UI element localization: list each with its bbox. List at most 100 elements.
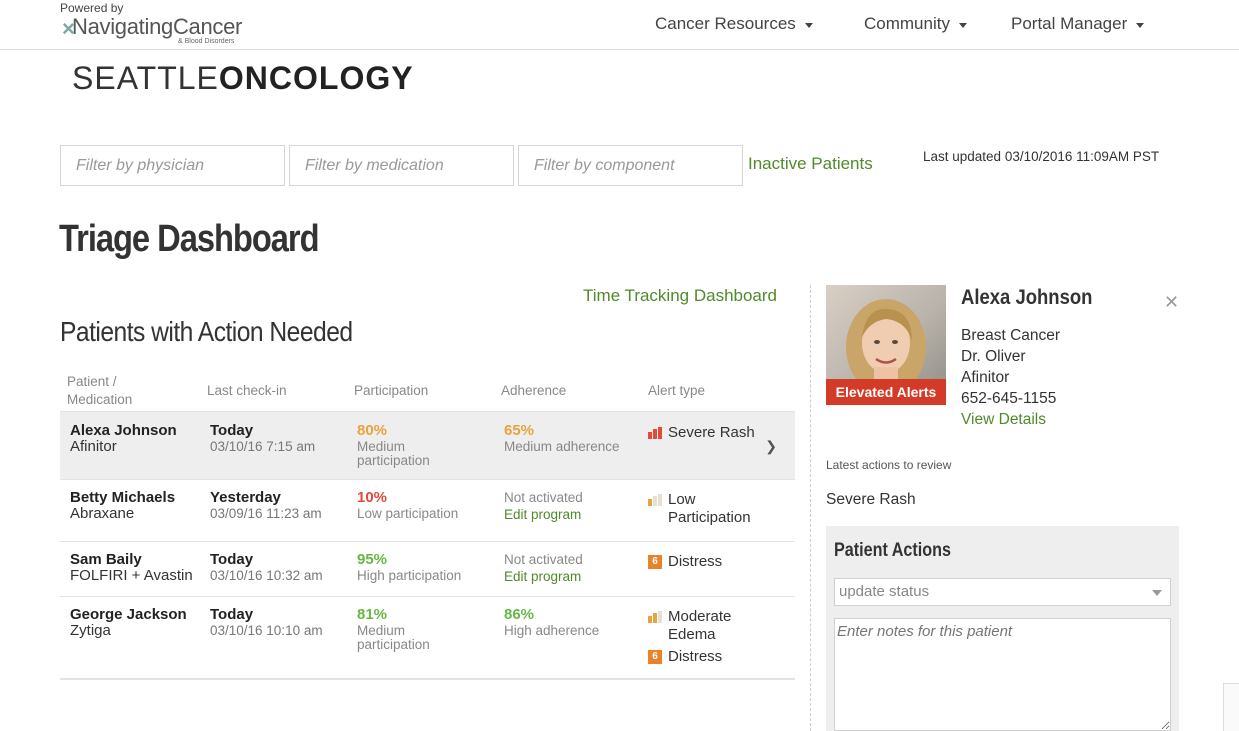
- col-header-patient-line1: Patient /: [67, 374, 117, 389]
- patient-actions-panel: Patient Actions update status: [826, 526, 1179, 731]
- table-row[interactable]: Betty Michaels Abraxane Yesterday 03/09/…: [60, 479, 795, 541]
- panel-medication: Afinitor: [961, 369, 1010, 386]
- adherence-status: Not activated: [504, 552, 583, 567]
- patient-name: Betty Michaels: [70, 489, 176, 506]
- col-header-patient[interactable]: Patient / Medication: [67, 373, 132, 409]
- adherence-percent: 65%: [504, 422, 535, 439]
- adherence-cell: 65% Medium adherence: [504, 422, 620, 454]
- distress-6-icon: 6: [648, 650, 662, 664]
- time-tracking-link[interactable]: Time Tracking Dashboard: [583, 286, 777, 306]
- participation-label-2: participation: [357, 453, 430, 468]
- patient-notes-textarea[interactable]: [834, 618, 1171, 731]
- alert-label: Moderate: [668, 608, 732, 625]
- alert-item: 6 Distress: [648, 648, 731, 666]
- panel-divider: [810, 285, 811, 731]
- chevron-down-icon: [958, 22, 967, 28]
- participation-percent: 10%: [357, 489, 388, 506]
- nav-community[interactable]: Community: [864, 14, 967, 34]
- nav-cancer-resources[interactable]: Cancer Resources: [655, 14, 813, 34]
- seattle-oncology-logo: SEATTLEONCOLOGY: [72, 60, 414, 97]
- alert-label-2: Participation: [668, 509, 751, 526]
- update-status-select[interactable]: update status: [834, 578, 1171, 606]
- adherence-status: Not activated: [504, 490, 583, 505]
- chevron-right-icon[interactable]: ❯: [765, 438, 777, 455]
- last-updated-text: Last updated 03/10/2016 11:09AM PST: [923, 149, 1160, 164]
- patient-medication: FOLFIRI + Avastin: [70, 567, 193, 584]
- latest-action-item: Severe Rash: [826, 491, 916, 508]
- table-header: Patient / Medication Last check-in Parti…: [60, 372, 795, 412]
- alert-label: Severe Rash: [668, 424, 755, 441]
- panel-diagnosis: Breast Cancer: [961, 327, 1061, 344]
- alert-item: Moderate Edema: [648, 608, 731, 644]
- patient-actions-title: Patient Actions: [834, 540, 951, 561]
- status-select-value: update status: [839, 583, 930, 600]
- bar-medium-icon: [648, 611, 664, 623]
- alert-item: Low Participation: [648, 491, 751, 527]
- filter-medication-input[interactable]: [289, 145, 514, 186]
- alert-label-wrap: Moderate Edema: [668, 608, 731, 644]
- adherence-cell: Not activated Edit program: [504, 491, 583, 522]
- inactive-patients-link[interactable]: Inactive Patients: [748, 154, 873, 174]
- section-title: Patients with Action Needed: [60, 316, 353, 347]
- panel-doctor: Dr. Oliver: [961, 348, 1026, 365]
- logo-light-text: SEATTLE: [72, 60, 219, 96]
- view-details-link[interactable]: View Details: [961, 411, 1046, 429]
- patient-cell: Sam Baily FOLFIRI + Avastin: [70, 551, 193, 584]
- col-header-patient-line2: Medication: [67, 392, 133, 407]
- adherence-label: High adherence: [504, 623, 600, 638]
- patient-cell: Betty Michaels Abraxane: [70, 489, 176, 522]
- patient-medication: Abraxane: [70, 505, 135, 522]
- filter-component-input[interactable]: [518, 145, 743, 186]
- edit-program-link[interactable]: Edit program: [504, 508, 583, 522]
- nav-label: Community: [864, 14, 950, 33]
- col-header-checkin[interactable]: Last check-in: [207, 382, 287, 400]
- checkin-day: Today: [210, 422, 254, 439]
- alert-cell: Moderate Edema 6 Distress: [648, 608, 731, 666]
- patient-cell: Alexa Johnson Afinitor: [70, 422, 177, 454]
- adherence-percent: 86%: [504, 606, 535, 623]
- patient-medication: Zytiga: [70, 622, 111, 639]
- patient-name: Sam Baily: [70, 551, 142, 568]
- table-row[interactable]: Sam Baily FOLFIRI + Avastin Today 03/10/…: [60, 541, 795, 596]
- patient-photo: Elevated Alerts: [826, 285, 946, 405]
- chevron-down-icon: [1136, 22, 1145, 28]
- table-row[interactable]: Alexa Johnson Afinitor Today 03/10/16 7:…: [60, 411, 795, 479]
- participation-label: Low participation: [357, 506, 459, 521]
- col-header-alert[interactable]: Alert type: [648, 382, 705, 400]
- participation-label: High participation: [357, 568, 462, 583]
- scrollbar[interactable]: [1223, 683, 1239, 731]
- participation-cell: 95% High participation: [357, 552, 462, 583]
- bar-high-icon: [648, 427, 664, 439]
- powered-by-label: Powered by: [60, 1, 124, 15]
- participation-cell: 10% Low participation: [357, 489, 459, 521]
- participation-label-2: participation: [357, 637, 430, 652]
- alert-cell: Severe Rash: [648, 424, 755, 442]
- patient-name: George Jackson: [70, 606, 187, 623]
- checkin-day: Yesterday: [210, 489, 281, 506]
- alert-cell: Low Participation: [648, 491, 751, 527]
- nav-portal-manager[interactable]: Portal Manager: [1011, 14, 1145, 34]
- patient-name: Alexa Johnson: [70, 422, 177, 439]
- table-divider: [60, 678, 795, 680]
- close-icon[interactable]: ✕: [1164, 292, 1179, 313]
- checkin-date: 03/10/16 7:15 am: [210, 439, 316, 454]
- checkin-day: Today: [210, 606, 254, 623]
- logo-bold-text: ONCOLOGY: [218, 60, 414, 96]
- edit-program-link[interactable]: Edit program: [504, 570, 583, 584]
- elevated-alerts-badge: Elevated Alerts: [826, 379, 946, 405]
- adherence-label: Medium adherence: [504, 439, 620, 454]
- table-row[interactable]: George Jackson Zytiga Today 03/10/16 10:…: [60, 596, 795, 678]
- participation-cell: 81% Medium participation: [357, 606, 430, 652]
- filter-physician-input[interactable]: [60, 145, 285, 186]
- col-header-participation[interactable]: Participation: [354, 382, 428, 400]
- participation-percent: 81%: [357, 606, 388, 623]
- participation-percent: 80%: [357, 422, 388, 439]
- panel-patient-name: Alexa Johnson: [961, 286, 1093, 309]
- brand-name: NavigatingCancer: [72, 14, 243, 39]
- alert-label-2: Edema: [668, 626, 716, 643]
- patient-cell: George Jackson Zytiga: [70, 606, 187, 639]
- checkin-cell: Today 03/10/16 10:32 am: [210, 552, 323, 583]
- alert-cell: 6 Distress: [648, 553, 722, 571]
- participation-cell: 80% Medium participation: [357, 422, 430, 468]
- col-header-adherence[interactable]: Adherence: [501, 382, 566, 400]
